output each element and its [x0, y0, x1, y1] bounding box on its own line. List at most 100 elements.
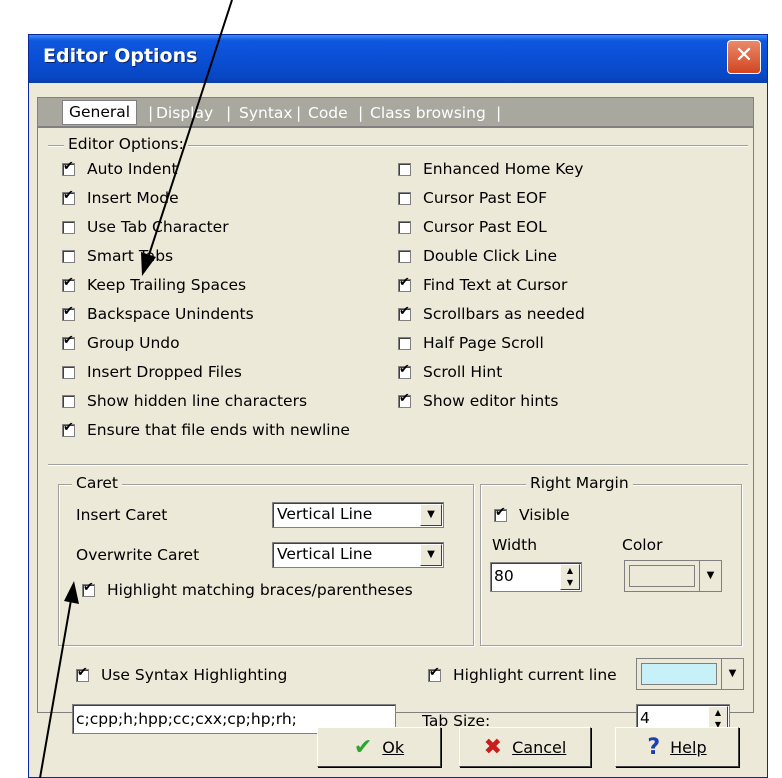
checkbox-box[interactable] [494, 505, 507, 522]
margin-color-picker[interactable]: ▼ [624, 560, 722, 592]
chevron-down-icon[interactable]: ▼ [721, 659, 743, 689]
right-checkbox-7[interactable]: Scroll Hint [398, 361, 502, 383]
syntax-extensions-value: c;cpp;h;hpp;cc;cxx;cp;hp;rh; [76, 710, 297, 728]
use-syntax-highlighting-label: Use Syntax Highlighting [101, 666, 288, 684]
checkbox-label: Find Text at Cursor [423, 276, 568, 294]
close-button[interactable]: ✕ [727, 40, 761, 74]
tab-general[interactable]: General [62, 100, 138, 125]
checkbox-box[interactable] [398, 362, 411, 379]
right-checkbox-6[interactable]: Half Page Scroll [398, 332, 544, 354]
checkbox-box[interactable] [398, 275, 411, 292]
checkbox-box[interactable] [62, 333, 75, 350]
x-icon: ✖ [483, 734, 503, 760]
checkbox-label: Use Tab Character [87, 218, 229, 236]
checkbox-box[interactable] [398, 191, 411, 205]
color-swatch [641, 663, 717, 685]
chevron-down-icon[interactable]: ▼ [699, 561, 721, 591]
insert-caret-value: Vertical Line [277, 505, 373, 523]
checkbox-box[interactable] [62, 159, 75, 176]
caret-group-label: Caret [72, 474, 122, 492]
left-checkbox-8[interactable]: Show hidden line characters [62, 390, 307, 412]
tab-separator: | [358, 104, 364, 122]
checkbox-box[interactable] [398, 162, 411, 176]
checkbox-label: Keep Trailing Spaces [87, 276, 247, 294]
left-checkbox-4[interactable]: Keep Trailing Spaces [62, 274, 246, 296]
highlight-line-color-picker[interactable]: ▼ [636, 658, 744, 690]
checkbox-label: Enhanced Home Key [423, 160, 584, 178]
margin-visible-checkbox[interactable]: Visible [494, 504, 570, 526]
group-divider [48, 464, 748, 466]
checkbox-box[interactable] [62, 365, 75, 379]
checkbox-box[interactable] [398, 336, 411, 350]
ok-button[interactable]: ✔ Ok [317, 727, 441, 767]
right-checkbox-8[interactable]: Show editor hints [398, 390, 558, 412]
checkbox-label: Half Page Scroll [423, 334, 544, 352]
checkbox-box[interactable] [62, 249, 75, 263]
overwrite-caret-label: Overwrite Caret [76, 546, 200, 564]
tab-separator: | [226, 104, 232, 122]
overwrite-caret-select[interactable]: Vertical Line ▼ [272, 542, 444, 568]
margin-width-spinner[interactable]: 80 ▲ ▼ [490, 562, 582, 592]
tab-code[interactable]: Code [308, 101, 348, 125]
checkbox-label: Insert Dropped Files [87, 363, 242, 381]
checkbox-label: Backspace Unindents [87, 305, 254, 323]
right-checkbox-4[interactable]: Find Text at Cursor [398, 274, 567, 296]
checkbox-box[interactable] [398, 304, 411, 321]
spin-down-icon[interactable]: ▼ [561, 577, 579, 589]
checkbox-box[interactable] [428, 665, 441, 682]
checkbox-box[interactable] [398, 391, 411, 408]
tab-size-value: 4 [640, 709, 650, 727]
right-checkbox-5[interactable]: Scrollbars as needed [398, 303, 585, 325]
checkbox-box[interactable] [62, 275, 75, 292]
left-checkbox-1[interactable]: Insert Mode [62, 187, 179, 209]
left-checkbox-5[interactable]: Backspace Unindents [62, 303, 254, 325]
question-icon: ? [647, 734, 661, 760]
chevron-down-icon[interactable]: ▼ [420, 504, 442, 526]
left-checkbox-6[interactable]: Group Undo [62, 332, 180, 354]
title-bar[interactable]: Editor Options ✕ [29, 35, 767, 83]
right-checkbox-3[interactable]: Double Click Line [398, 245, 557, 267]
margin-color-label: Color [622, 536, 663, 554]
spin-up-icon[interactable]: ▲ [561, 565, 579, 577]
left-checkbox-3[interactable]: Smart Tabs [62, 245, 173, 267]
checkbox-label: Cursor Past EOL [423, 218, 547, 236]
color-swatch [629, 565, 695, 587]
left-checkbox-9[interactable]: Ensure that file ends with newline [62, 419, 350, 441]
checkbox-label: Ensure that file ends with newline [87, 421, 350, 439]
checkbox-box[interactable] [76, 665, 89, 682]
right-checkbox-2[interactable]: Cursor Past EOL [398, 216, 547, 238]
highlight-current-line-checkbox[interactable]: Highlight current line [428, 664, 617, 686]
insert-caret-select[interactable]: Vertical Line ▼ [272, 502, 444, 528]
help-button[interactable]: ? Help [615, 727, 739, 767]
cancel-button[interactable]: ✖ Cancel [459, 727, 591, 767]
highlight-braces-checkbox[interactable]: Highlight matching braces/parentheses [82, 579, 413, 601]
right-checkbox-1[interactable]: Cursor Past EOF [398, 187, 547, 209]
tab-display[interactable]: Display [156, 101, 213, 125]
left-checkbox-0[interactable]: Auto Indent [62, 158, 178, 180]
left-checkbox-7[interactable]: Insert Dropped Files [62, 361, 242, 383]
checkbox-box[interactable] [62, 420, 75, 437]
spinner-arrows[interactable]: ▲ ▼ [560, 564, 580, 590]
checkbox-box[interactable] [62, 304, 75, 321]
right-checkbox-0[interactable]: Enhanced Home Key [398, 158, 583, 180]
checkbox-label: Insert Mode [87, 189, 179, 207]
ok-button-label: Ok [382, 737, 405, 757]
general-panel: Editor Options: Auto Indent Insert Mode Us… [37, 127, 754, 734]
checkbox-box[interactable] [398, 249, 411, 263]
checkbox-box[interactable] [62, 220, 75, 234]
checkbox-box[interactable] [398, 220, 411, 234]
use-syntax-highlighting-checkbox[interactable]: Use Syntax Highlighting [76, 664, 287, 686]
spin-up-icon[interactable]: ▲ [709, 707, 727, 719]
checkbox-box[interactable] [62, 188, 75, 205]
margin-width-value: 80 [494, 567, 514, 585]
cancel-button-label: Cancel [512, 737, 567, 757]
checkbox-label: Scrollbars as needed [423, 305, 585, 323]
chevron-down-icon[interactable]: ▼ [420, 544, 442, 566]
tab-syntax[interactable]: Syntax [239, 101, 293, 125]
highlight-current-line-label: Highlight current line [453, 666, 617, 684]
checkbox-label: Double Click Line [423, 247, 558, 265]
checkbox-box[interactable] [82, 580, 95, 597]
tab-class-browsing[interactable]: Class browsing [370, 101, 486, 125]
checkbox-box[interactable] [62, 394, 75, 408]
left-checkbox-2[interactable]: Use Tab Character [62, 216, 229, 238]
